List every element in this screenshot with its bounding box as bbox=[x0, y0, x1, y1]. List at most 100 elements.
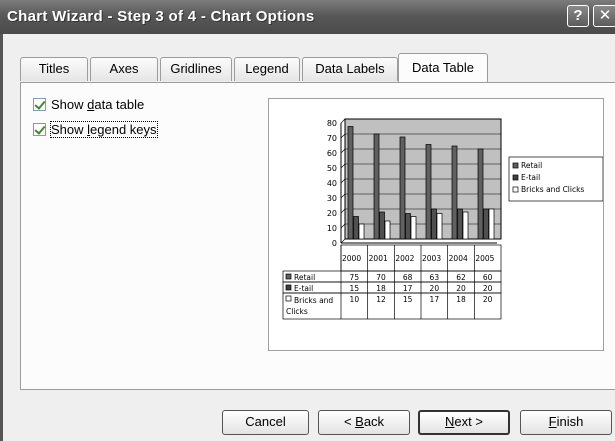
tab-axes[interactable]: Axes bbox=[90, 57, 158, 81]
tab-data-labels[interactable]: Data Labels bbox=[302, 57, 398, 81]
table-cell-value: 20 bbox=[430, 284, 440, 293]
chart-preview: 0 10 20 30 40 50 60 70 80 2000 2001 2002 2003 2004 200… bbox=[268, 98, 604, 351]
table-row-label: E-tail bbox=[294, 284, 313, 293]
tab-data-table[interactable]: Data Table bbox=[398, 53, 488, 82]
checkbox-label: Show bbox=[51, 122, 88, 137]
table-cell-value: 70 bbox=[376, 273, 386, 282]
gridline-depth bbox=[340, 133, 346, 139]
table-cell-value: 20 bbox=[456, 284, 466, 293]
gridline-depth bbox=[340, 238, 346, 244]
options-panel: Show data table Show legend keys 0 10 20 30… bbox=[20, 82, 615, 390]
accelerator-key: B bbox=[355, 414, 364, 429]
bar-bricks-and-clicks bbox=[410, 216, 417, 240]
bar-bricks-and-clicks bbox=[462, 211, 469, 240]
table-row bbox=[282, 281, 502, 294]
table-cell-value: 12 bbox=[376, 295, 386, 304]
bar-bricks-and-clicks bbox=[488, 208, 495, 240]
legend-entry: E-tail bbox=[521, 173, 540, 182]
checkbox-label-focus: Show legend keys bbox=[50, 121, 158, 138]
table-row bbox=[282, 270, 502, 283]
tab-legend[interactable]: Legend bbox=[234, 57, 300, 81]
table-cell-value: 60 bbox=[483, 273, 493, 282]
y-tick-label: 20 bbox=[327, 209, 337, 218]
table-cell-value: 10 bbox=[350, 295, 360, 304]
bar-e-tail bbox=[353, 216, 359, 240]
table-row-label: Clicks bbox=[286, 307, 308, 316]
tab-gridlines[interactable]: Gridlines bbox=[160, 57, 232, 81]
legend-key-icon bbox=[285, 273, 292, 280]
checkbox-checked-icon[interactable] bbox=[33, 98, 46, 111]
bar-e-tail bbox=[379, 211, 385, 240]
chart-svg: 0 10 20 30 40 50 60 70 80 2000 2001 2002 2003 2004 200… bbox=[282, 118, 604, 320]
legend-entry: Bricks and Clicks bbox=[521, 185, 584, 194]
gridline-depth bbox=[340, 178, 346, 184]
table-cell-value: 62 bbox=[456, 273, 466, 282]
table-cell-value: 18 bbox=[376, 284, 386, 293]
close-button[interactable]: ✕ bbox=[593, 5, 615, 27]
table-cell-value: 68 bbox=[403, 273, 413, 282]
table-cell-value: 75 bbox=[350, 273, 360, 282]
button-label: ack bbox=[363, 414, 385, 429]
bar-retail bbox=[347, 126, 354, 240]
bar-bricks-and-clicks bbox=[436, 213, 443, 240]
back-button[interactable]: < Back bbox=[318, 410, 410, 435]
cancel-button[interactable]: Cancel bbox=[222, 410, 309, 435]
gridline-depth bbox=[340, 163, 346, 169]
title-bar: Chart Wizard - Step 3 of 4 - Chart Optio… bbox=[0, 0, 615, 34]
y-tick-label: 60 bbox=[327, 149, 337, 158]
tab-label: Axes bbox=[109, 61, 139, 76]
button-label: Cancel bbox=[245, 414, 286, 429]
y-tick-label: 10 bbox=[327, 224, 337, 233]
legend-entry: Retail bbox=[521, 161, 542, 170]
table-cell-value: 17 bbox=[430, 295, 440, 304]
tab-titles[interactable]: Titles bbox=[20, 57, 88, 81]
table-category-label: 2002 bbox=[395, 254, 414, 263]
y-tick-label: 40 bbox=[327, 179, 337, 188]
table-row-label: Bricks and bbox=[294, 296, 333, 305]
button-label: ext > bbox=[454, 414, 483, 429]
legend-key-icon bbox=[285, 284, 292, 291]
bar-bricks-and-clicks bbox=[358, 223, 365, 240]
legend-key-icon bbox=[285, 295, 292, 302]
checkbox-checked-icon[interactable] bbox=[33, 123, 46, 136]
legend-key-icon bbox=[512, 186, 519, 193]
table-cell-value: 63 bbox=[430, 273, 440, 282]
show-legend-keys-checkbox[interactable]: Show legend keys bbox=[33, 121, 158, 138]
tab-label: Gridlines bbox=[170, 61, 222, 76]
y-tick-label: 80 bbox=[327, 119, 337, 128]
table-cell-value: 17 bbox=[403, 284, 413, 293]
bar-e-tail bbox=[457, 208, 463, 240]
checkbox-label: egend keys bbox=[90, 122, 157, 137]
table-category-label: 2000 bbox=[342, 254, 361, 263]
legend-key-icon bbox=[512, 174, 519, 181]
table-cell-value: 15 bbox=[403, 295, 413, 304]
bar-e-tail bbox=[405, 213, 411, 240]
finish-button[interactable]: Finish bbox=[520, 410, 612, 435]
bar-retail bbox=[451, 145, 458, 240]
y-tick-label: 0 bbox=[332, 239, 337, 248]
gridline-depth bbox=[340, 118, 346, 124]
table-category-label: 2004 bbox=[449, 254, 468, 263]
tab-label: Legend bbox=[245, 61, 289, 76]
accelerator-key: N bbox=[445, 414, 455, 429]
bar-bricks-and-clicks bbox=[384, 220, 391, 240]
show-data-table-checkbox[interactable]: Show data table bbox=[33, 97, 144, 112]
button-label: inish bbox=[556, 414, 584, 429]
close-icon: ✕ bbox=[598, 7, 612, 24]
next-button[interactable]: Next > bbox=[418, 410, 510, 435]
help-button[interactable]: ? bbox=[567, 5, 589, 27]
tab-label: Titles bbox=[38, 61, 70, 76]
bar-retail bbox=[425, 144, 432, 240]
tab-label: Data Labels bbox=[315, 61, 385, 76]
help-icon: ? bbox=[573, 7, 583, 24]
table-cell-value: 20 bbox=[483, 284, 493, 293]
y-tick-label: 70 bbox=[327, 134, 337, 143]
gridline-depth bbox=[340, 208, 346, 214]
table-row-label: Retail bbox=[294, 273, 315, 282]
bar-retail bbox=[373, 133, 380, 240]
table-cell-value: 20 bbox=[483, 295, 493, 304]
table-category-label: 2003 bbox=[422, 254, 441, 263]
bar-e-tail bbox=[483, 208, 489, 240]
table-cell-value: 15 bbox=[350, 284, 360, 293]
legend-key-icon bbox=[512, 162, 519, 169]
